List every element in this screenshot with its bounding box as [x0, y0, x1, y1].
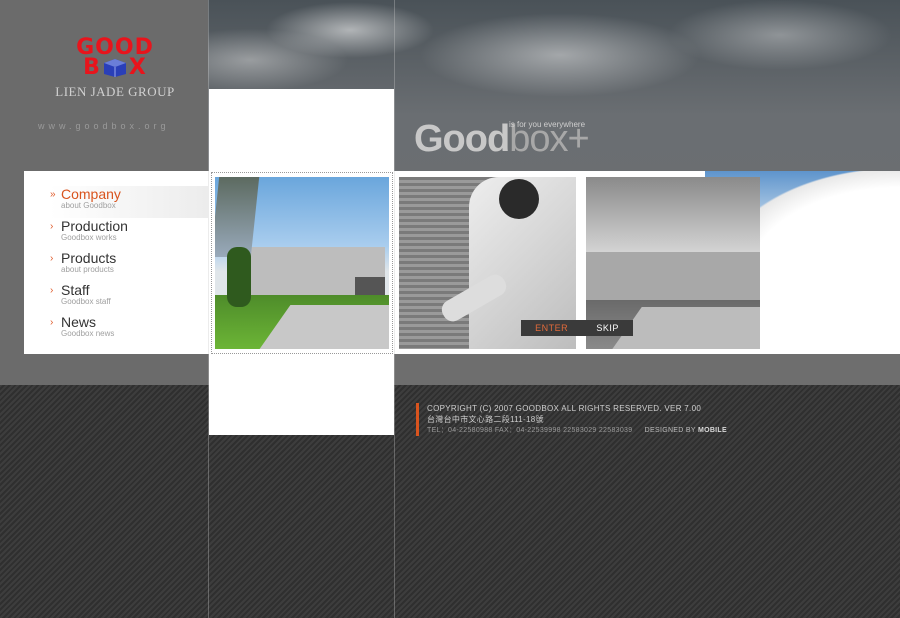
tree: [227, 247, 251, 307]
menu-item-subtitle: Goodbox staff: [61, 297, 111, 306]
worker-head: [499, 179, 539, 219]
goodbox-brand: Goodbox+ is for you everywhere: [414, 118, 590, 161]
contact-line: TEL：04-22580988 FAX：04-22539998 22583029…: [427, 425, 727, 436]
logo-word-box: B X: [50, 55, 180, 80]
logo-letter-x: X: [128, 55, 147, 80]
goodbox-logo[interactable]: GOOD B X LIEN JADE GROUP: [50, 35, 180, 100]
designer-logo[interactable]: MOBILE: [698, 427, 727, 434]
chevron-right-icon: ›: [50, 317, 54, 328]
contact-numbers: TEL：04-22580988 FAX：04-22539998 22583029…: [427, 427, 633, 434]
enter-button[interactable]: ENTER: [535, 323, 568, 333]
menu-item-subtitle: Goodbox news: [61, 329, 115, 338]
menu-item-subtitle: about Goodbox: [61, 201, 116, 210]
double-chevron-icon: »: [50, 189, 56, 200]
menu-item-title: News: [61, 314, 97, 330]
menu-item-news[interactable]: › News Goodbox news: [50, 314, 208, 346]
menu-item-title: Production: [61, 218, 128, 234]
skip-button[interactable]: SKIP: [596, 323, 619, 333]
brand-tagline: is for you everywhere: [509, 120, 586, 129]
menu-item-title: Staff: [61, 282, 90, 298]
chevron-right-icon: ›: [50, 221, 54, 232]
menu-item-production[interactable]: › Production Goodbox works: [50, 218, 208, 250]
chevron-right-icon: ›: [50, 285, 54, 296]
logo-letter-b: B: [83, 55, 101, 80]
cube-icon: [103, 59, 126, 77]
designed-by-label: DESIGNED BY: [644, 427, 696, 434]
menu-item-title: Products: [61, 250, 117, 266]
menu-item-subtitle: about products: [61, 265, 114, 274]
intro-button-bar: ENTER SKIP: [521, 320, 633, 336]
site-url: www.goodbox.org: [38, 121, 170, 131]
logo-word-good: GOOD: [76, 35, 154, 60]
guide-line: [208, 0, 209, 618]
brand-word-good: Good: [414, 118, 510, 160]
menu-item-staff[interactable]: › Staff Goodbox staff: [50, 282, 208, 314]
main-menu: » Company about Goodbox › Production Goo…: [50, 186, 208, 346]
menu-item-title: Company: [61, 186, 121, 202]
copyright-text: COPYRIGHT (C) 2007 GOODBOX ALL RIGHTS RE…: [427, 404, 702, 413]
footer-info: COPYRIGHT (C) 2007 GOODBOX ALL RIGHTS RE…: [416, 403, 727, 436]
factory-building: [586, 252, 760, 300]
guide-line: [394, 0, 395, 618]
address-text: 台灣台中市文心路二段111-18號: [427, 415, 544, 424]
factory-exterior-photo: [215, 177, 389, 349]
menu-item-products[interactable]: › Products about products: [50, 250, 208, 282]
menu-item-subtitle: Goodbox works: [61, 233, 117, 242]
chevron-right-icon: ›: [50, 253, 54, 264]
canopy-roof: [215, 177, 260, 257]
logo-group-name: LIEN JADE GROUP: [55, 84, 175, 99]
menu-item-company[interactable]: » Company about Goodbox: [50, 186, 208, 218]
